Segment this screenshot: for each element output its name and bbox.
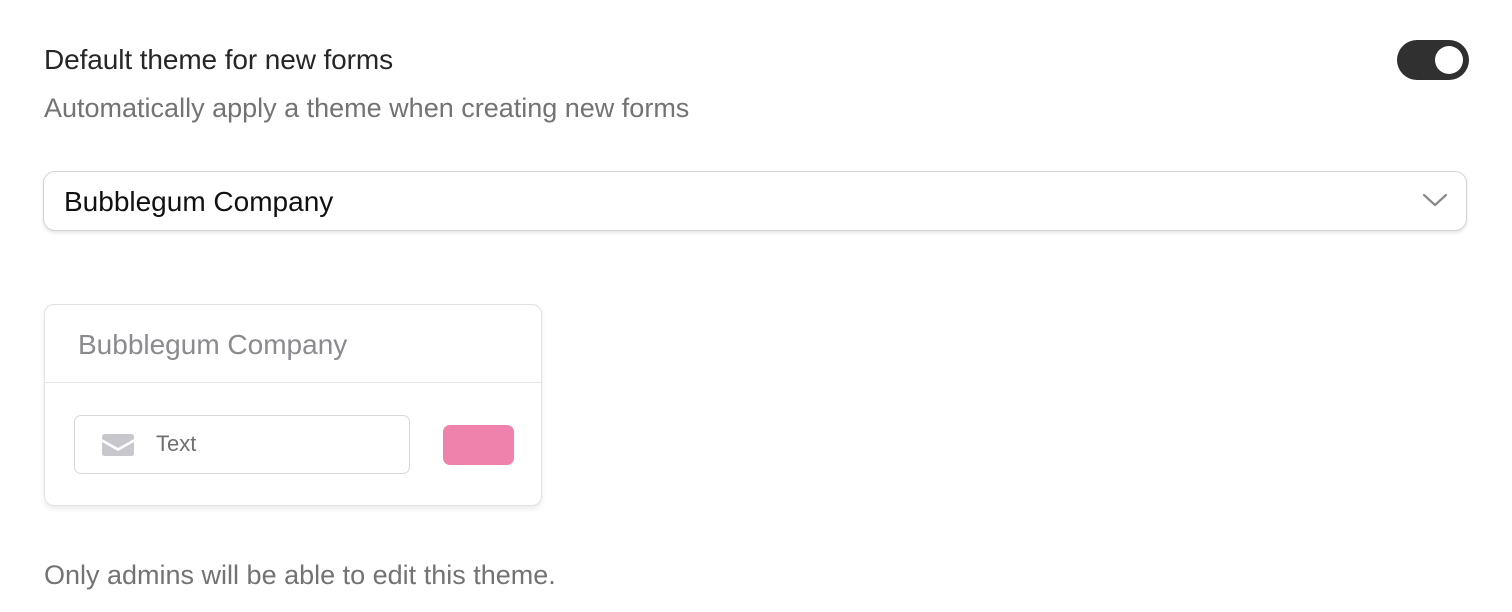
admin-note: Only admins will be able to edit this th… xyxy=(44,560,556,590)
chevron-down-icon xyxy=(1422,193,1448,207)
default-theme-setting: Default theme for new forms Automaticall… xyxy=(44,40,1468,123)
setting-description: Automatically apply a theme when creatin… xyxy=(44,93,690,123)
preview-input: Text xyxy=(74,415,410,474)
preview-theme-title: Bubblegum Company xyxy=(78,329,348,360)
theme-select[interactable]: Bubblegum Company xyxy=(43,171,1467,231)
preview-button-swatch xyxy=(443,425,514,465)
setting-title: Default theme for new forms xyxy=(44,44,393,75)
mail-icon xyxy=(102,434,134,456)
preview-input-text: Text xyxy=(156,431,197,456)
toggle-knob xyxy=(1435,46,1463,74)
preview-divider xyxy=(45,382,541,383)
theme-select-value: Bubblegum Company xyxy=(64,186,334,217)
default-theme-toggle[interactable] xyxy=(1397,40,1469,80)
theme-preview-card: Bubblegum Company Text xyxy=(44,304,542,506)
